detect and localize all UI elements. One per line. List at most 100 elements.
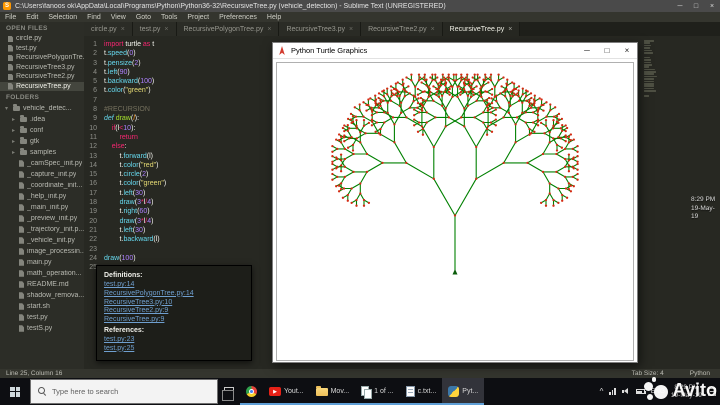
tab-size-indicator[interactable]: Tab Size: 4 [632, 370, 664, 377]
taskbar-app-copy[interactable]: 1 of ... [355, 378, 399, 405]
references-heading: References: [104, 327, 244, 334]
tab-RecursivePolygonTree.py[interactable]: RecursivePolygonTree.py × [177, 22, 280, 36]
maximize-button[interactable]: □ [688, 0, 704, 12]
file-icon [19, 215, 24, 222]
line-number: 23 [84, 245, 102, 254]
tree-file-_trajectory_init.p...[interactable]: _trajectory_init.p... [0, 224, 84, 235]
turtle-graphics-window[interactable]: Python Turtle Graphics ─ □ × [272, 42, 638, 363]
folder-.idea[interactable]: ▸ .idea [0, 114, 84, 125]
tree-file-image_processin...[interactable]: image_processin... [0, 246, 84, 257]
definition-link[interactable]: RecursiveTree.py:9 [104, 316, 244, 325]
reference-link[interactable]: test.py:25 [104, 345, 244, 354]
definition-link[interactable]: test.py:14 [104, 281, 244, 290]
tree-file-shadow_remova...[interactable]: shadow_remova... [0, 290, 84, 301]
tree-file-main.py[interactable]: main.py [0, 257, 84, 268]
turtle-maximize-button[interactable]: □ [597, 43, 617, 58]
close-tab-icon[interactable]: × [121, 26, 125, 33]
folder-root[interactable]: ▾ vehicle_detec... [0, 103, 84, 114]
menu-tools[interactable]: Tools [156, 14, 182, 21]
tray-expand-icon[interactable]: ^ [600, 387, 604, 396]
close-tab-icon[interactable]: × [164, 26, 168, 33]
start-button[interactable] [0, 378, 30, 405]
tree-file-_capture_init.py[interactable]: _capture_init.py [0, 169, 84, 180]
menu-preferences[interactable]: Preferences [214, 14, 262, 21]
reference-link[interactable]: test.py:23 [104, 336, 244, 345]
syntax-indicator[interactable]: Python [690, 370, 710, 377]
network-icon[interactable] [609, 388, 616, 395]
taskbar-app-chrome[interactable] [240, 378, 263, 405]
menu-edit[interactable]: Edit [21, 14, 43, 21]
cursor-position: Line 25, Column 16 [6, 370, 62, 377]
tab-circle.py[interactable]: circle.py × [84, 22, 133, 36]
minimap[interactable] [644, 40, 714, 104]
open-file-circle.py[interactable]: circle.py [0, 34, 84, 44]
line-number: 19 [84, 207, 102, 216]
folder-gtk[interactable]: ▸ gtk [0, 136, 84, 147]
notepad-icon [406, 386, 415, 397]
tree-file-_preview_init.py[interactable]: _preview_init.py [0, 213, 84, 224]
copy-dialog-icon [361, 386, 371, 397]
avito-logo-icon [643, 377, 669, 404]
definition-link[interactable]: RecursivePolygonTree.py:14 [104, 290, 244, 299]
open-file-RecursivePolygonTre...[interactable]: RecursivePolygonTre... [0, 53, 84, 63]
open-file-RecursiveTree2.py[interactable]: RecursiveTree2.py [0, 72, 84, 82]
folder-icon [20, 117, 27, 122]
taskbar-search[interactable]: Type here to search [30, 379, 218, 404]
open-file-RecursiveTree3.py[interactable]: RecursiveTree3.py [0, 63, 84, 73]
tree-file-_camSpec_init.py[interactable]: _camSpec_init.py [0, 158, 84, 169]
chevron-right-icon: ▸ [12, 127, 17, 134]
tree-file-start.sh[interactable]: start.sh [0, 301, 84, 312]
close-button[interactable]: × [704, 0, 720, 12]
close-tab-icon[interactable]: × [267, 26, 271, 33]
tree-file-_main_init.py[interactable]: _main_init.py [0, 202, 84, 213]
menu-file[interactable]: File [0, 14, 21, 21]
turtle-minimize-button[interactable]: ─ [577, 43, 597, 58]
tree-file-_help_init.py[interactable]: _help_init.py [0, 191, 84, 202]
tree-file-testS.py[interactable]: testS.py [0, 323, 84, 334]
menu-view[interactable]: View [106, 14, 131, 21]
tab-RecursiveTree.py[interactable]: RecursiveTree.py × [443, 22, 521, 36]
volume-icon[interactable] [622, 388, 630, 396]
folder-samples[interactable]: ▸ samples [0, 147, 84, 158]
tree-file-README.md[interactable]: README.md [0, 279, 84, 290]
folder-conf[interactable]: ▸ conf [0, 125, 84, 136]
close-tab-icon[interactable]: × [349, 26, 353, 33]
line-number: 15 [84, 170, 102, 179]
definitions-popup: Definitions: test.py:14RecursivePolygonT… [96, 265, 252, 361]
tab-RecursiveTree3.py[interactable]: RecursiveTree3.py × [279, 22, 361, 36]
tab-test.py[interactable]: test.py × [133, 22, 177, 36]
definition-link[interactable]: RecursiveTree3.py:10 [104, 299, 244, 308]
minimize-button[interactable]: ─ [672, 0, 688, 12]
line-number: 13 [84, 152, 102, 161]
menu-goto[interactable]: Goto [131, 14, 156, 21]
close-tab-icon[interactable]: × [431, 26, 435, 33]
tree-file-_coordinate_init...[interactable]: _coordinate_init... [0, 180, 84, 191]
turtle-title-bar[interactable]: Python Turtle Graphics ─ □ × [273, 43, 637, 59]
turtle-window-title: Python Turtle Graphics [291, 46, 367, 55]
tree-file-_vehicle_init.py[interactable]: _vehicle_init.py [0, 235, 84, 246]
file-icon [19, 248, 24, 255]
menu-help[interactable]: Help [262, 14, 286, 21]
taskbar-app-youtube[interactable]: ▶Yout... [263, 378, 310, 405]
tree-file-math_operation...[interactable]: math_operation... [0, 268, 84, 279]
open-file-RecursiveTree.py[interactable]: RecursiveTree.py [0, 82, 84, 92]
search-icon [38, 387, 47, 396]
definition-link[interactable]: RecursiveTree2.py:9 [104, 307, 244, 316]
menu-selection[interactable]: Selection [43, 14, 82, 21]
folder-tree: ▾ vehicle_detec... ▸ .idea ▸ conf ▸ gtk … [0, 103, 84, 334]
folder-icon [20, 128, 27, 133]
tree-file-test.py[interactable]: test.py [0, 312, 84, 323]
taskbar-app-notepad[interactable]: c.txt... [400, 378, 443, 405]
file-icon [19, 325, 24, 332]
task-view-button[interactable] [218, 378, 240, 405]
taskbar-app-folder[interactable]: Mov... [310, 378, 356, 405]
tab-RecursiveTree2.py[interactable]: RecursiveTree2.py × [361, 22, 443, 36]
menu-find[interactable]: Find [82, 14, 106, 21]
turtle-close-button[interactable]: × [617, 43, 637, 58]
taskbar-app-python[interactable]: Pyt... [442, 378, 484, 405]
menu-bar: FileEditSelectionFindViewGotoToolsProjec… [0, 12, 720, 22]
menu-project[interactable]: Project [182, 14, 214, 21]
sidebar: OPEN FILES circle.py test.py RecursivePo… [0, 22, 84, 369]
open-file-test.py[interactable]: test.py [0, 44, 84, 54]
close-tab-icon[interactable]: × [508, 26, 512, 33]
